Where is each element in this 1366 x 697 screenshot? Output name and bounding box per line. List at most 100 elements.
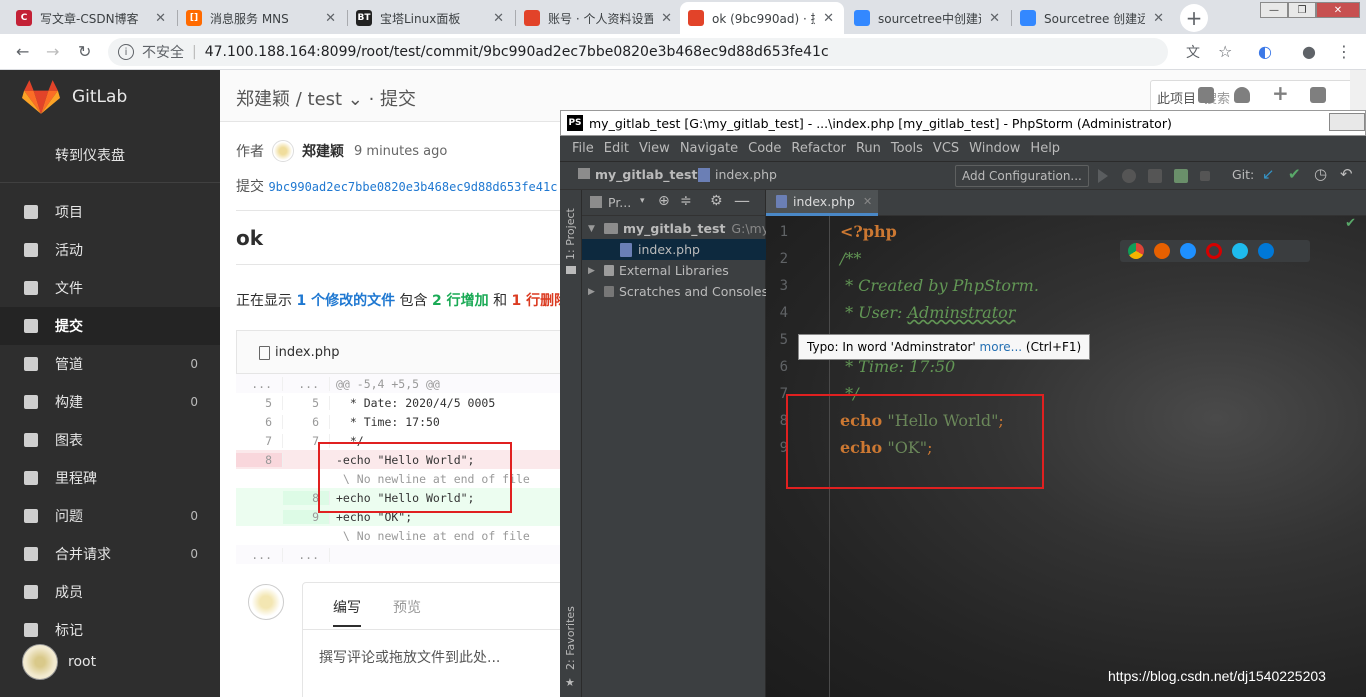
- menu-item[interactable]: File: [572, 141, 594, 156]
- sidebar-item[interactable]: 合并请求 0: [0, 535, 220, 573]
- sidebar-item[interactable]: 标记: [0, 611, 220, 649]
- back-icon[interactable]: ←: [16, 42, 29, 61]
- tooltip-more-link[interactable]: more...: [980, 340, 1023, 354]
- edge-icon[interactable]: [1258, 243, 1274, 259]
- minimize-button[interactable]: —: [1260, 2, 1288, 18]
- line-number[interactable]: 6: [236, 414, 283, 429]
- typo-word[interactable]: Adminstrator: [907, 303, 1015, 322]
- info-icon[interactable]: i: [118, 44, 134, 60]
- crumb-file[interactable]: index.php: [715, 167, 777, 182]
- account-icon[interactable]: ●: [1302, 42, 1316, 61]
- git-update-icon[interactable]: ↙: [1262, 165, 1275, 183]
- changed-files-link[interactable]: 1 个修改的文件: [296, 293, 395, 309]
- commit-sha[interactable]: 9bc990ad2ec7bbe0820e3b468ec9d88d653fe41c: [268, 180, 557, 194]
- comment-form[interactable]: 编写 预览 撰写评论或拖放文件到此处...: [302, 582, 560, 697]
- close-icon[interactable]: ✕: [1153, 11, 1164, 26]
- plus-icon[interactable]: +: [1272, 81, 1289, 105]
- page-scrollbar[interactable]: [1350, 70, 1366, 110]
- run-icon[interactable]: [1098, 169, 1108, 183]
- line-number[interactable]: ...: [283, 376, 330, 391]
- git-commit-icon[interactable]: ✔: [1288, 165, 1301, 183]
- close-icon[interactable]: ✕: [863, 195, 872, 208]
- author-name[interactable]: 郑建颖: [302, 141, 344, 161]
- project-view-selector[interactable]: Pr...: [608, 195, 631, 210]
- history-icon[interactable]: ◷: [1314, 165, 1327, 183]
- collapse-icon[interactable]: ≑: [680, 193, 692, 209]
- opera-icon[interactable]: [1206, 243, 1222, 259]
- close-icon[interactable]: ✕: [989, 11, 1000, 26]
- reload-icon[interactable]: ↻: [78, 42, 91, 61]
- menu-item[interactable]: Window: [969, 141, 1020, 156]
- tree-item-root[interactable]: ▼ my_gitlab_test G:\my_gitlab_test: [582, 218, 766, 239]
- browser-tab-active[interactable]: ok (9bc990ad) · 提交 ✕: [680, 2, 844, 34]
- user-name[interactable]: root: [68, 654, 96, 670]
- author-avatar[interactable]: [272, 140, 294, 162]
- sign-out-icon[interactable]: [1310, 87, 1326, 103]
- browser-tab[interactable]: sourcetree中创建远程 ✕: [846, 2, 1010, 34]
- browser-tab[interactable]: C 写文章-CSDN博客 ✕: [8, 2, 176, 34]
- close-icon[interactable]: ✕: [823, 11, 834, 26]
- comment-textarea[interactable]: 撰写评论或拖放文件到此处...: [319, 647, 500, 667]
- locate-icon[interactable]: ⊕: [658, 193, 670, 209]
- line-number[interactable]: 6: [283, 414, 330, 429]
- menu-item[interactable]: Code: [748, 141, 781, 156]
- tab-write[interactable]: 编写: [333, 597, 361, 627]
- menu-item[interactable]: Tools: [891, 141, 923, 156]
- menu-item[interactable]: Navigate: [680, 141, 738, 156]
- close-icon[interactable]: ✕: [155, 11, 166, 26]
- tab-preview[interactable]: 预览: [393, 597, 421, 617]
- browser-tab[interactable]: 账号 · 个人资料设置 ✕: [516, 2, 682, 34]
- tree-item-file[interactable]: index.php: [582, 239, 766, 260]
- translate-icon[interactable]: 文: [1186, 42, 1200, 62]
- firefox-icon[interactable]: [1154, 243, 1170, 259]
- safari-icon[interactable]: [1180, 243, 1196, 259]
- close-icon[interactable]: ✕: [661, 11, 672, 26]
- sidebar-item[interactable]: 项目: [0, 193, 220, 231]
- extension-icon[interactable]: ◐: [1258, 42, 1272, 61]
- sidebar-item[interactable]: 提交: [0, 307, 220, 345]
- sidebar-item[interactable]: 管道 0: [0, 345, 220, 383]
- hide-icon[interactable]: —: [734, 191, 750, 210]
- diff-file-header[interactable]: index.php: [236, 330, 560, 374]
- crumb-project[interactable]: my_gitlab_test: [595, 167, 697, 182]
- menu-item[interactable]: Edit: [604, 141, 629, 156]
- chrome-icon[interactable]: [1128, 243, 1144, 259]
- line-number[interactable]: 5: [283, 395, 330, 410]
- bookmark-star-icon[interactable]: ☆: [1218, 42, 1232, 61]
- chevron-down-icon[interactable]: ▾: [640, 196, 645, 206]
- sidebar-item[interactable]: 问题 0: [0, 497, 220, 535]
- gear-icon[interactable]: ⚙: [710, 193, 723, 209]
- line-number[interactable]: 5: [236, 395, 283, 410]
- gitlab-brand[interactable]: GitLab: [72, 87, 127, 107]
- bell-icon[interactable]: [1234, 87, 1250, 103]
- sidebar-item[interactable]: 里程碑: [0, 459, 220, 497]
- sidebar-item[interactable]: 文件: [0, 269, 220, 307]
- browser-tab[interactable]: Sourcetree 创建远程 ✕: [1012, 2, 1174, 34]
- dashboard-link[interactable]: 转到仪表盘: [55, 145, 125, 165]
- menu-item[interactable]: Help: [1030, 141, 1060, 156]
- browser-tab[interactable]: [] 消息服务 MNS ✕: [178, 2, 346, 34]
- line-number[interactable]: 8: [236, 452, 283, 467]
- new-tab-button[interactable]: +: [1180, 4, 1208, 32]
- forward-icon[interactable]: →: [46, 42, 59, 61]
- stop-icon[interactable]: [1200, 171, 1210, 181]
- maximize-button[interactable]: ❐: [1288, 2, 1316, 18]
- line-number[interactable]: ...: [236, 376, 283, 391]
- line-number[interactable]: ...: [283, 547, 330, 562]
- breadcrumb[interactable]: 郑建颖 / test ⌄ · 提交: [236, 85, 416, 111]
- favorites-tool-button[interactable]: 2: Favorites: [564, 606, 577, 670]
- code-editor[interactable]: index.php ✕ ✔ 123456789 <?php /** * Crea…: [766, 190, 1366, 697]
- add-configuration-button[interactable]: Add Configuration...: [955, 165, 1089, 187]
- tree-item-scratches[interactable]: ▶ Scratches and Consoles: [582, 281, 766, 302]
- menu-item[interactable]: VCS: [933, 141, 959, 156]
- menu-item[interactable]: Refactor: [791, 141, 846, 156]
- coverage-icon[interactable]: [1148, 169, 1162, 183]
- sidebar-item[interactable]: 活动: [0, 231, 220, 269]
- menu-icon[interactable]: ⋮: [1336, 42, 1352, 61]
- line-number[interactable]: 7: [236, 433, 283, 448]
- debug-icon[interactable]: [1122, 169, 1136, 183]
- close-icon[interactable]: ✕: [325, 11, 336, 26]
- tree-item-external-libraries[interactable]: ▶ External Libraries: [582, 260, 766, 281]
- editor-tab-index-php[interactable]: index.php ✕: [766, 190, 878, 216]
- browser-tab[interactable]: BT 宝塔Linux面板 ✕: [348, 2, 514, 34]
